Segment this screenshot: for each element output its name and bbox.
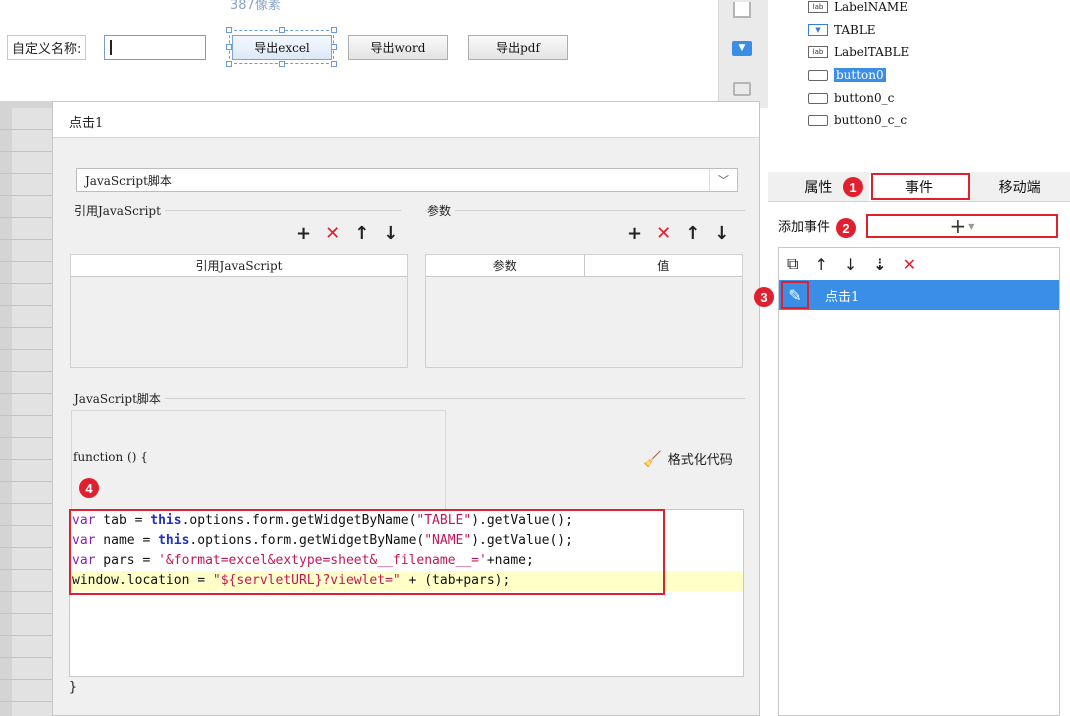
resize-handle[interactable] [331,61,337,67]
add-event-button[interactable]: + ▼ [866,214,1058,238]
widget-toolbar: ▼ [718,0,768,108]
delete-icon[interactable]: ✕ [903,255,916,274]
callout-marker: 3 [754,287,774,307]
frame-widget-icon[interactable] [733,2,751,18]
label-icon: lab [808,46,828,58]
tree-item-label: LabelNAME [834,0,908,14]
ref-js-table: 引用JavaScript [70,254,408,368]
resize-handle[interactable] [279,61,285,67]
resize-handle[interactable] [226,27,232,33]
combo-icon: ▼ [808,24,828,36]
resize-handle[interactable] [331,27,337,33]
pixel-hint: 387像素 [230,0,281,13]
tree-item-label: button0_c_c [834,113,908,127]
script-group-title: JavaScript脚本 [74,390,165,407]
callout-marker: 4 [79,478,99,498]
arrow-down-icon[interactable]: ↓ [383,223,398,244]
spreadsheet-grid [0,108,52,716]
delete-icon[interactable]: ✕ [325,223,340,244]
event-toolbar: ⧉ ↑ ↓ ⇣ ✕ [779,248,1059,280]
tab-events-highlight [871,173,970,200]
broom-icon: 🧹 [643,449,662,468]
arrow-down-icon[interactable]: ↓ [844,255,857,274]
chevron-down-icon[interactable]: ﹀ [709,169,737,191]
tree-item-table[interactable]: ▼ TABLE [808,20,876,40]
plus-icon: + [949,214,967,238]
params-toolbar: + ✕ ↑ ↓ [627,223,729,244]
arrow-up-icon[interactable]: ↑ [814,255,827,274]
ref-js-table-header: 引用JavaScript [71,255,407,277]
callout-marker: 1 [843,177,863,197]
button-icon [808,92,828,104]
event-type-select[interactable]: JavaScript脚本 ﹀ [76,168,738,192]
sort-down-icon[interactable]: ⇣ [873,255,886,274]
name-input[interactable] [104,35,206,60]
export-pdf-button[interactable]: 导出pdf [468,35,568,60]
group-divider [425,210,745,211]
ref-js-group-title: 引用JavaScript [74,202,165,219]
tree-item-label: button0 [834,68,886,82]
column-header: 值 [657,259,670,273]
tree-item-button0[interactable]: button0 [808,65,886,85]
params-group-title: 参数 [427,202,456,219]
button-icon [808,114,828,126]
layout-widget-icon[interactable] [733,82,751,96]
params-table-header: 参数 值 [426,255,742,277]
tree-item-label: TABLE [834,23,876,37]
delete-icon[interactable]: ✕ [656,223,671,244]
params-table: 参数 值 [425,254,743,368]
code-highlight-box [69,509,665,595]
copy-icon[interactable]: ⧉ [787,254,798,274]
tree-item-label: button0_c [834,91,895,105]
event-row[interactable]: ✎ 点击1 [779,280,1059,310]
form-canvas: 387像素 自定义名称: 导出excel 导出word 导出pdf [0,0,718,108]
tab-mobile[interactable]: 移动端 [969,172,1070,201]
group-divider [73,398,745,399]
export-excel-button[interactable]: 导出excel [232,35,332,60]
dialog-title: 点击1 [69,116,104,131]
event-row-label: 点击1 [825,289,860,305]
tree-item-labelname[interactable]: lab LabelNAME [808,0,908,17]
tree-item-button0-c[interactable]: button0_c [808,88,894,108]
arrow-up-icon[interactable]: ↑ [354,223,369,244]
tree-item-labeltable[interactable]: lab LabelTABLE [808,42,909,62]
dialog-header: 点击1 [53,102,759,138]
tree-item-label: LabelTABLE [834,45,910,59]
event-list-panel: ⧉ ↑ ↓ ⇣ ✕ ✎ 点击1 [778,247,1060,716]
event-type-value: JavaScript脚本 [85,173,172,188]
resize-handle[interactable] [226,61,232,67]
function-close: } [69,680,77,695]
name-label: 自定义名称: [7,35,87,60]
ref-js-toolbar: + ✕ ↑ ↓ [296,223,398,244]
add-icon[interactable]: + [296,223,311,244]
add-event-label: 添加事件 [778,220,831,235]
tree-item-button0-c-c[interactable]: button0_c_c [808,110,907,130]
label-icon: lab [808,1,828,13]
function-open: function () { [73,450,148,464]
arrow-down-icon[interactable]: ↓ [714,223,729,244]
widget-tree: lab LabelNAME ▼ TABLE lab LabelTABLE but… [768,0,1070,172]
edit-icon[interactable]: ✎ [781,281,809,309]
event-editor-dialog: 点击1 JavaScript脚本 ﹀ 引用JavaScript + ✕ ↑ ↓ … [52,101,760,716]
add-icon[interactable]: + [627,223,642,244]
format-code-label: 格式化代码 [667,453,733,468]
combo-widget-icon[interactable]: ▼ [732,41,752,56]
caret-down-icon: ▼ [968,221,975,231]
column-header: 引用JavaScript [195,259,283,273]
arrow-up-icon[interactable]: ↑ [685,223,700,244]
resize-handle[interactable] [279,27,285,33]
callout-marker: 2 [836,218,856,238]
export-word-button[interactable]: 导出word [348,35,448,60]
format-code-button[interactable]: 🧹 格式化代码 [643,449,733,469]
column-header: 参数 [426,255,585,276]
button-icon [808,69,828,81]
